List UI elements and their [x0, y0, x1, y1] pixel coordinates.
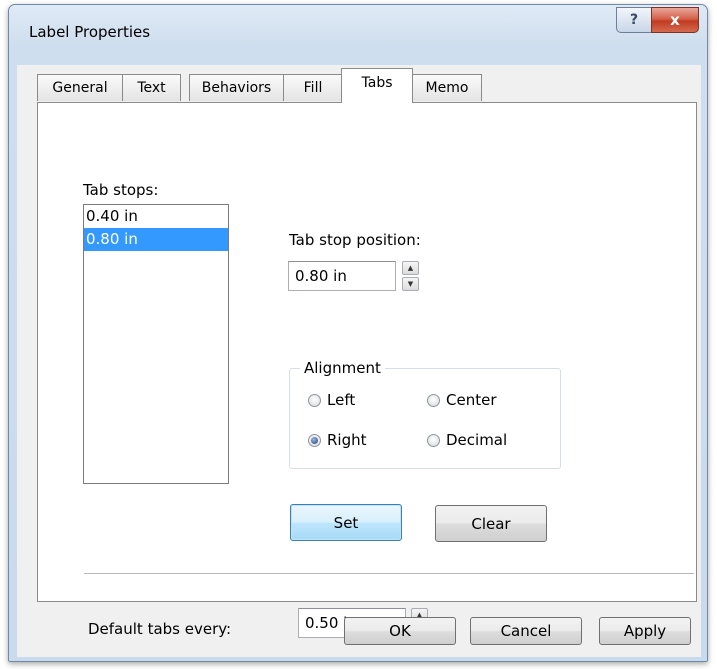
tab-label: Text — [137, 80, 166, 96]
ok-button[interactable]: OK — [344, 617, 456, 645]
radio-circle — [308, 393, 321, 407]
tab-label: Tabs — [361, 75, 393, 91]
radio-decimal[interactable]: Decimal — [427, 431, 507, 449]
tabs-panel: Tab stops: 0.40 in 0.80 in Tab stop posi… — [37, 102, 697, 638]
section-divider — [84, 573, 694, 574]
cancel-button[interactable]: Cancel — [470, 617, 582, 645]
tab-label: Fill — [303, 80, 323, 96]
radio-label: Center — [446, 391, 497, 409]
tab-memo[interactable]: Memo — [412, 74, 482, 101]
dialog-client-area: General Text Behaviors Fill Tabs Memo Ta… — [17, 65, 701, 657]
tab-tabs[interactable]: Tabs — [341, 68, 413, 103]
tab-stop-position-spinner: ▲ ▼ — [402, 261, 419, 291]
radio-left[interactable]: Left — [308, 391, 355, 409]
radio-label: Left — [327, 391, 356, 409]
help-button[interactable]: ? — [616, 7, 652, 33]
spin-up-arrow-icon[interactable]: ▲ — [402, 261, 419, 275]
radio-circle — [427, 433, 440, 447]
close-button[interactable]: x — [651, 7, 699, 33]
tab-general[interactable]: General — [37, 74, 123, 101]
tab-stops-label: Tab stops: — [83, 181, 159, 199]
tab-text[interactable]: Text — [122, 74, 181, 101]
list-item[interactable]: 0.40 in — [84, 205, 228, 228]
tab-stop-position-input[interactable]: 0.80 in — [288, 261, 396, 291]
radio-center[interactable]: Center — [427, 391, 497, 409]
tab-strip: General Text Behaviors Fill Tabs Memo — [17, 65, 701, 105]
close-icon: x — [670, 11, 680, 29]
tab-fill[interactable]: Fill — [283, 74, 343, 101]
spin-down-arrow-icon[interactable]: ▼ — [402, 277, 419, 291]
tab-label: Memo — [425, 80, 469, 96]
apply-button[interactable]: Apply — [599, 617, 691, 645]
set-button[interactable]: Set — [290, 504, 402, 541]
list-item[interactable]: 0.80 in — [84, 228, 228, 251]
help-icon: ? — [629, 12, 639, 28]
radio-circle — [427, 393, 440, 407]
default-tabs-label: Default tabs every: — [88, 620, 232, 638]
radio-label: Decimal — [446, 431, 508, 449]
alignment-group-title: Alignment — [300, 359, 385, 377]
radio-label: Right — [327, 431, 367, 449]
radio-circle — [308, 433, 321, 447]
alignment-group: Alignment Left Center Right Decimal — [289, 359, 561, 469]
radio-right[interactable]: Right — [308, 431, 367, 449]
tab-stop-position-label: Tab stop position: — [289, 231, 421, 249]
tab-label: General — [52, 80, 108, 96]
dialog-title: Label Properties — [29, 23, 151, 41]
tab-behaviors[interactable]: Behaviors — [189, 74, 284, 101]
tab-label: Behaviors — [201, 80, 272, 96]
tab-stops-list[interactable]: 0.40 in 0.80 in — [83, 204, 229, 484]
label-properties-dialog: Label Properties ? x General Text Behavi… — [8, 4, 708, 662]
clear-button[interactable]: Clear — [435, 505, 547, 542]
